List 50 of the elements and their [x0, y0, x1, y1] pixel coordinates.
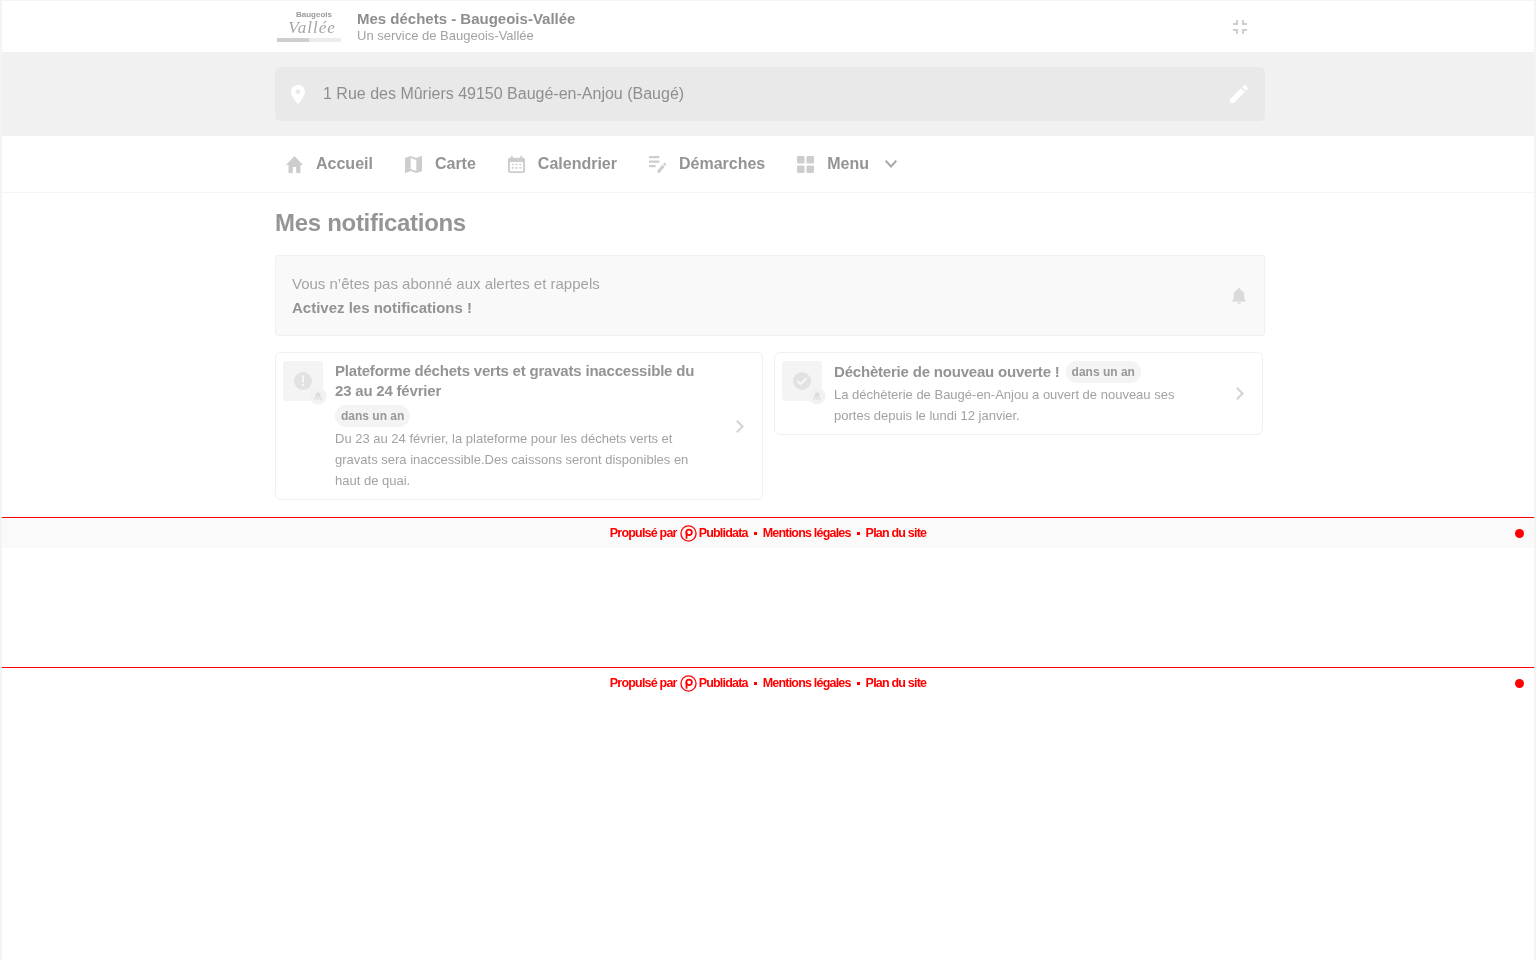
status-dot-icon [1515, 678, 1524, 688]
exclamation-tile-icon [283, 361, 327, 405]
calendar-icon [507, 155, 525, 173]
powered-by-text: Propulsé par [609, 676, 677, 690]
activate-notifications-link[interactable]: Activez les notifications ! [292, 295, 473, 320]
footer-link[interactable]: Plan du site [865, 676, 927, 690]
publisher-link[interactable]: Publidata [679, 674, 748, 692]
separator-icon [753, 681, 757, 685]
chevron-right-icon [736, 419, 744, 433]
footer-link[interactable]: Plan du site [865, 526, 927, 540]
time-badge: dans un an [335, 405, 411, 427]
page-title: Mes notifications [275, 208, 467, 238]
logo: Baugeois Vallée [275, 9, 343, 44]
footer-link[interactable]: Mentions légales [762, 676, 851, 690]
nav-link[interactable]: Accueil [275, 151, 384, 177]
nav-link[interactable]: Démarches [637, 151, 777, 177]
separator-icon [753, 531, 757, 535]
nav-link[interactable]: Menu [786, 151, 909, 177]
notification-card[interactable] [275, 352, 763, 500]
chevron-right-icon [1236, 387, 1244, 400]
form-edit-icon [648, 155, 666, 173]
caret-down-icon [885, 160, 898, 168]
separator-icon [856, 531, 860, 535]
collapse-icon [1233, 19, 1247, 34]
nav-link[interactable]: Carte [393, 151, 487, 177]
status-dot-icon [1515, 528, 1524, 538]
check-tile-icon [782, 361, 826, 405]
bell-icon [1232, 287, 1246, 304]
home-icon [286, 155, 303, 173]
alert-message: Vous n’êtes pas abonné aux alertes et rappels [292, 273, 600, 294]
publisher-link[interactable]: Publidata [679, 524, 748, 542]
powered-by-text: Propulsé par [609, 526, 677, 540]
time-badge: dans un an [1065, 361, 1141, 383]
site-subtitle: Un service de Baugeois-Vallée [357, 28, 535, 43]
publisher-logo-icon [679, 674, 697, 692]
footer-link[interactable]: Mentions légales [762, 526, 851, 540]
map-icon [404, 155, 422, 173]
notification-title: Plateforme déchets verts et gravats inaccessible du 23 au 24 février [335, 361, 696, 401]
notification-text: Du 23 au 24 février, la plateforme pour les déchets verts et gravats sera inaccessible.Des caissons seront disponibles en haut de quai. [335, 430, 690, 490]
site-title: Mes déchets - Baugeois-Vallée [357, 10, 576, 28]
separator-icon [856, 681, 860, 685]
address-text: 1 Rue des Mûriers 49150 Baugé-en-Anjou (Baugé) [323, 85, 685, 103]
notification-card[interactable]: Déchèterie de nouveau ouverte ! dans un an La déchèterie de Baugé-en-Anjou a ouvert de nouveau ses portes depuis le lundi 12 janvier. [774, 352, 1263, 435]
publisher-logo-icon [679, 524, 697, 542]
address-bar[interactable]: 1 Rue des Mûriers 49150 Baugé-en-Anjou (Baugé) [275, 67, 1265, 121]
grid-icon [797, 155, 815, 173]
collapse-button[interactable] [1233, 19, 1247, 34]
nav-link[interactable]: Calendrier [496, 151, 628, 177]
notification-text: La déchèterie de Baugé-en-Anjou a ouvert de nouveau ses portes depuis le lundi 12 janvier. [834, 386, 1176, 425]
notification-title: Déchèterie de nouveau ouverte ! [834, 362, 1060, 382]
